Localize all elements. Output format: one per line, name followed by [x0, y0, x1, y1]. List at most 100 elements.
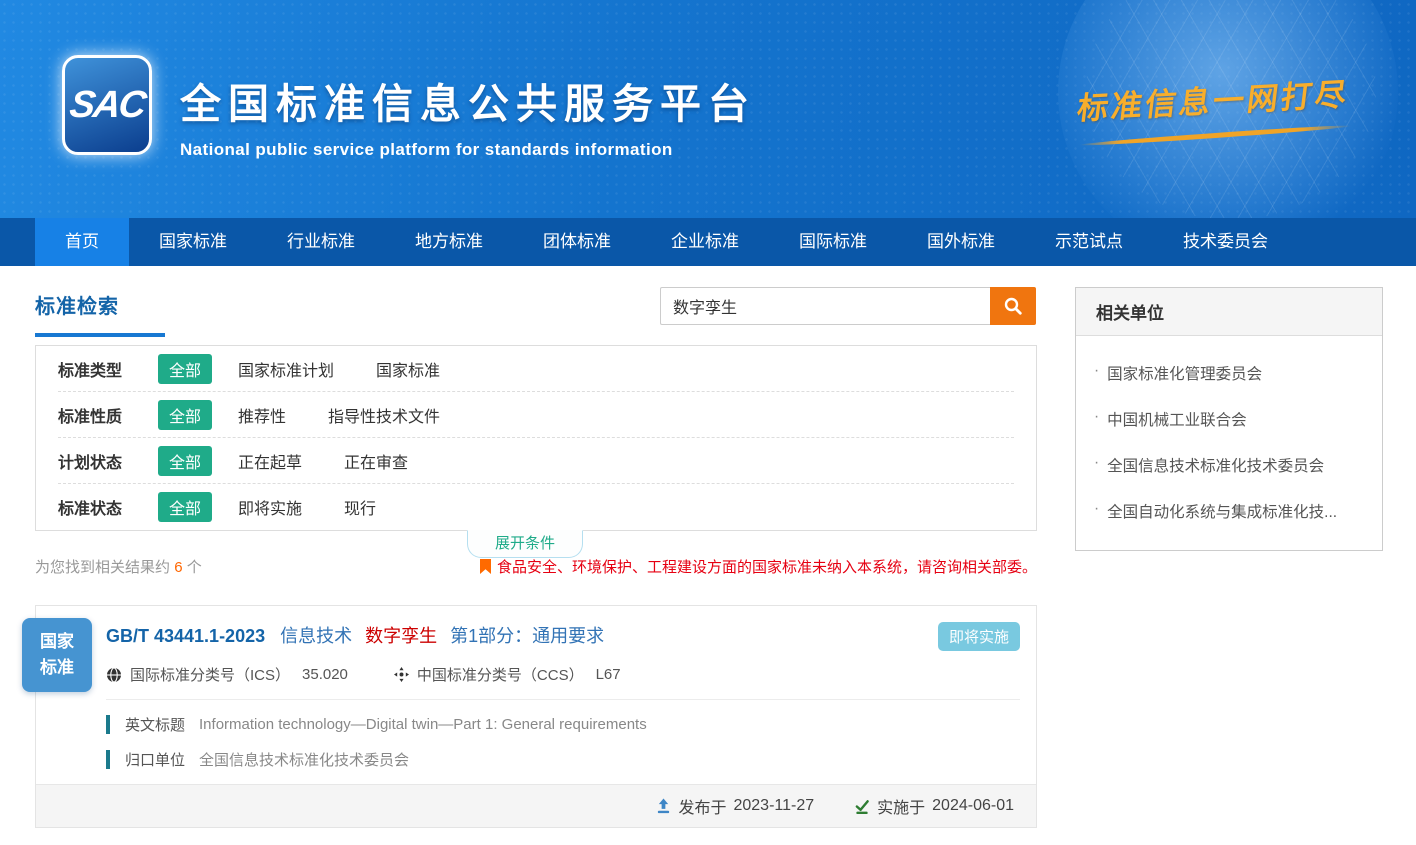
filter-label: 标准性质	[58, 403, 158, 427]
filter-option[interactable]: 正在审查	[344, 449, 408, 473]
nav-item[interactable]: 首页	[35, 218, 129, 266]
ccs-value: L67	[596, 666, 621, 683]
filter-label: 计划状态	[58, 449, 158, 473]
filter-options: 正在起草 正在审查	[238, 449, 450, 473]
page-title-wrap: 标准检索	[35, 290, 165, 337]
page: SAC 全国标准信息公共服务平台 National public service…	[0, 0, 1416, 845]
page-title: 标准检索	[35, 296, 119, 318]
nav-item[interactable]: 国际标准	[769, 218, 897, 266]
filter-option[interactable]: 国家标准	[376, 357, 440, 381]
site-title: 全国标准信息公共服务平台	[180, 70, 756, 130]
bullet-dot: ·	[1094, 362, 1099, 384]
globe-icon	[106, 667, 122, 683]
dept-label: 归口单位	[125, 749, 185, 770]
nav-item[interactable]: 团体标准	[513, 218, 641, 266]
compass-icon	[394, 667, 409, 682]
bullet-dot: ·	[1094, 408, 1099, 430]
filter-all-button[interactable]: 全部	[158, 400, 212, 430]
search-box	[660, 287, 1036, 325]
filter-row: 标准状态 全部 即将实施 现行	[58, 484, 1014, 530]
standard-code[interactable]: GB/T 43441.1-2023	[106, 626, 265, 646]
filter-all-button[interactable]: 全部	[158, 354, 212, 384]
ccs-meta: 中国标准分类号（CCS） L67	[394, 664, 621, 685]
ccs-label: 中国标准分类号（CCS）	[417, 664, 584, 685]
nav-item[interactable]: 技术委员会	[1153, 218, 1298, 266]
sac-logo-text: SAC	[67, 84, 147, 127]
implement-date-item: 实施于 2024-06-01	[854, 794, 1014, 818]
ics-meta: 国际标准分类号（ICS） 35.020	[106, 664, 348, 685]
filter-option[interactable]: 推荐性	[238, 403, 286, 427]
dept-row: 归口单位 全国信息技术标准化技术委员会	[106, 749, 1036, 770]
bullet-dot: ·	[1094, 500, 1099, 522]
bullet-dot: ·	[1094, 454, 1099, 476]
result-count-number: 6	[174, 559, 182, 576]
status-badge: 即将实施	[938, 622, 1020, 651]
result-count-suffix: 个	[187, 559, 202, 576]
standard-type-badge: 国家 标准	[22, 618, 92, 692]
expand-conditions-button[interactable]: 展开条件	[467, 530, 583, 558]
site-title-block: 全国标准信息公共服务平台 National public service pla…	[180, 70, 756, 160]
filter-all-button[interactable]: 全部	[158, 492, 212, 522]
nav-item[interactable]: 国外标准	[897, 218, 1025, 266]
related-unit-link[interactable]: · 全国信息技术标准化技术委员会	[1092, 442, 1366, 488]
implement-date: 2024-06-01	[932, 797, 1014, 815]
card-footer: 发布于 2023-11-27 实施于 2024-06-01	[36, 784, 1036, 827]
site-subtitle: National public service platform for sta…	[180, 140, 756, 160]
type-badge-line1: 国家	[40, 629, 74, 655]
nav-item[interactable]: 行业标准	[257, 218, 385, 266]
system-notice: 食品安全、环境保护、工程建设方面的国家标准未纳入本系统，请咨询相关部委。	[480, 556, 1037, 577]
standard-title-part2: 第1部分：通用要求	[450, 626, 604, 646]
standard-title-link[interactable]: GB/T 43441.1-2023 信息技术 数字孪生 第1部分：通用要求	[106, 622, 1020, 648]
ics-value: 35.020	[302, 666, 348, 683]
nav-item[interactable]: 示范试点	[1025, 218, 1153, 266]
nav-item[interactable]: 地方标准	[385, 218, 513, 266]
implement-check-icon	[854, 799, 870, 814]
related-unit-label: 中国机械工业联合会	[1107, 408, 1247, 430]
filter-row: 计划状态 全部 正在起草 正在审查	[58, 438, 1014, 484]
teal-bar	[106, 715, 110, 734]
filter-row: 标准类型 全部 国家标准计划 国家标准	[58, 346, 1014, 392]
search-input[interactable]	[660, 287, 990, 325]
sac-logo: SAC	[62, 55, 152, 155]
related-units-panel: 相关单位 · 国家标准化管理委员会 · 中国机械工业联合会 ·	[1075, 287, 1383, 551]
result-info-row: 为您找到相关结果约 6 个 食品安全、环境保护、工程建设方面的国家标准未纳入本系…	[35, 556, 1037, 577]
result-count-prefix: 为您找到相关结果约	[35, 559, 170, 576]
filter-option[interactable]: 指导性技术文件	[328, 403, 440, 427]
search-button[interactable]	[990, 287, 1036, 325]
related-unit-link[interactable]: · 全国自动化系统与集成标准化技...	[1092, 488, 1366, 534]
nav-item[interactable]: 企业标准	[641, 218, 769, 266]
related-unit-label: 国家标准化管理委员会	[1107, 362, 1262, 384]
result-count: 为您找到相关结果约 6 个	[35, 556, 202, 577]
main-nav: 首页 国家标准 行业标准 地方标准 团体标准 企业标准 国际标准 国外标准 示范…	[0, 218, 1416, 266]
card-head: GB/T 43441.1-2023 信息技术 数字孪生 第1部分：通用要求 国际…	[106, 606, 1020, 700]
filter-option[interactable]: 正在起草	[238, 449, 302, 473]
main-content: 标准检索 标准类型 全部 国家标准计划	[0, 266, 1416, 845]
nav-item[interactable]: 国家标准	[129, 218, 257, 266]
publish-date: 2023-11-27	[733, 797, 814, 815]
teal-bar	[106, 750, 110, 769]
filter-option[interactable]: 国家标准计划	[238, 357, 334, 381]
search-icon	[1003, 296, 1023, 316]
filter-label: 标准状态	[58, 495, 158, 519]
filter-label: 标准类型	[58, 357, 158, 381]
bookmark-icon	[480, 559, 491, 574]
filter-options: 推荐性 指导性技术文件	[238, 403, 482, 427]
filter-all-button[interactable]: 全部	[158, 446, 212, 476]
english-title-row: 英文标题 Information technology—Digital twin…	[106, 714, 1036, 735]
result-card: 国家 标准 即将实施 GB/T 43441.1-2023 信息技术 数字孪生 第…	[35, 605, 1037, 828]
related-unit-link[interactable]: · 中国机械工业联合会	[1092, 396, 1366, 442]
english-title-label: 英文标题	[125, 714, 185, 735]
filter-options: 即将实施 现行	[238, 495, 418, 519]
publish-label: 发布于	[678, 794, 726, 818]
sidebar-title: 相关单位	[1076, 288, 1382, 336]
type-badge-line2: 标准	[40, 655, 74, 681]
sidebar-list: · 国家标准化管理委员会 · 中国机械工业联合会 · 全国信息技术标准化技术委员…	[1076, 336, 1382, 550]
implement-label: 实施于	[877, 794, 925, 818]
related-unit-label: 全国信息技术标准化技术委员会	[1107, 454, 1324, 476]
filter-option[interactable]: 即将实施	[238, 495, 302, 519]
card-meta-row: 国际标准分类号（ICS） 35.020 中国标准分类号（CCS） L67	[106, 664, 1020, 685]
filter-option[interactable]: 现行	[344, 495, 376, 519]
related-unit-label: 全国自动化系统与集成标准化技...	[1107, 500, 1337, 522]
related-unit-link[interactable]: · 国家标准化管理委员会	[1092, 350, 1366, 396]
publish-upload-icon	[656, 798, 671, 814]
